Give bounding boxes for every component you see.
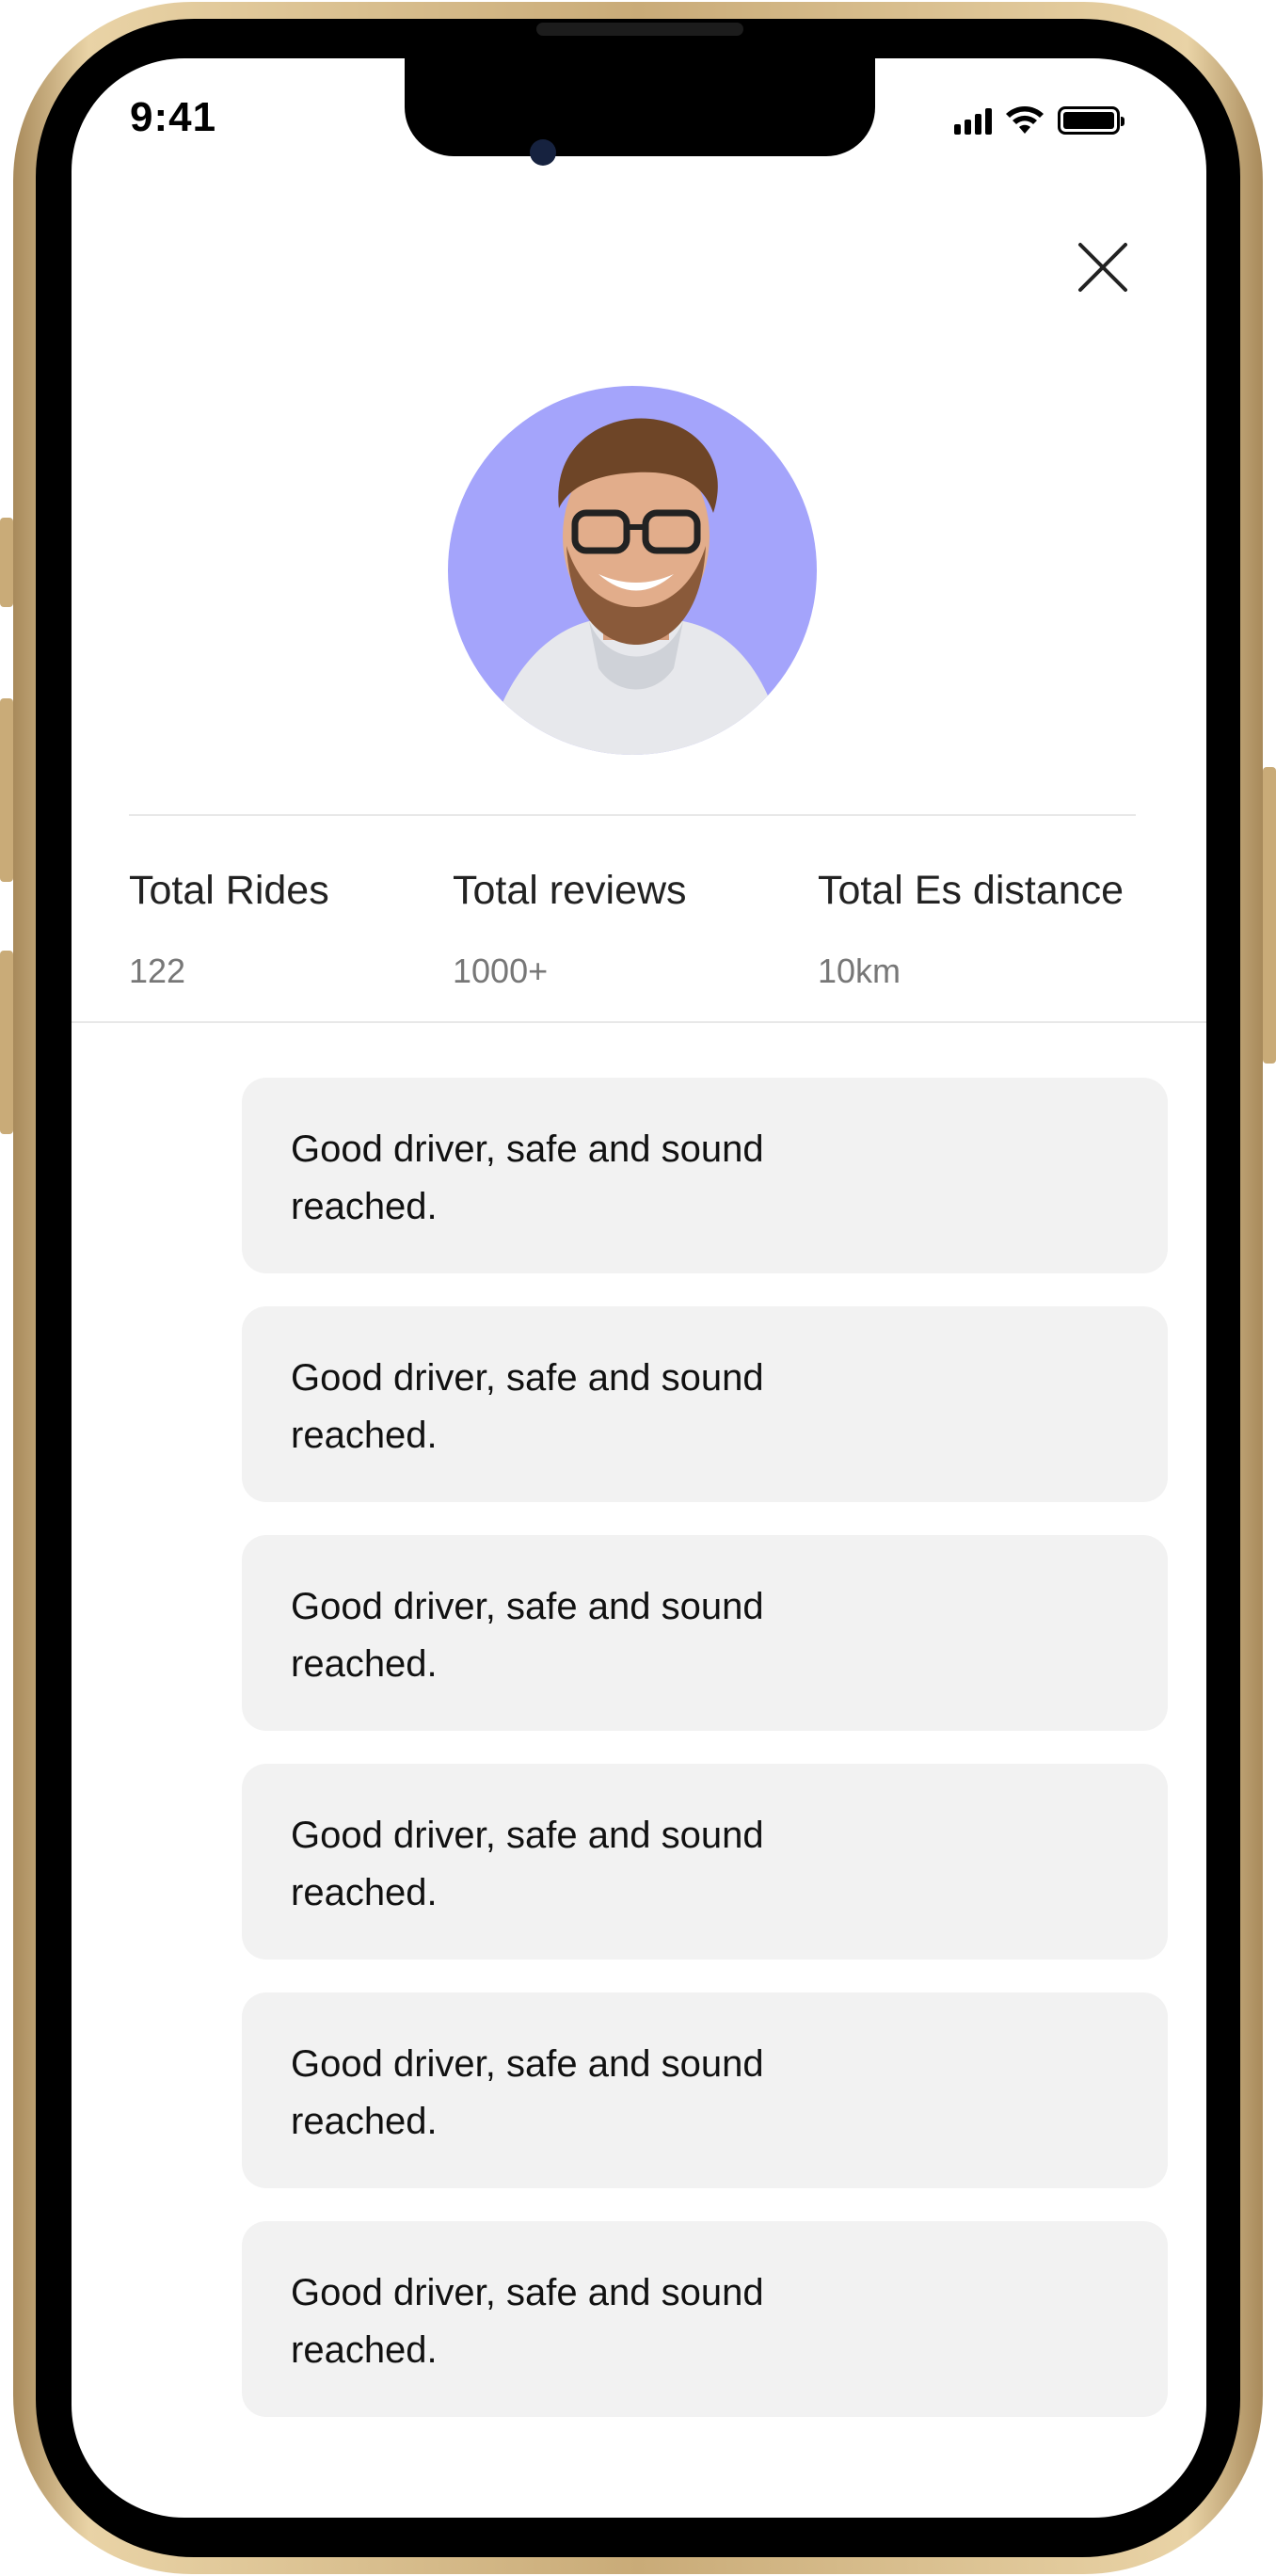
stat-label: Total Es distance — [818, 868, 1124, 913]
review-card[interactable]: Good driver, safe and sound reached. — [242, 1535, 1168, 1731]
stat-value: 10km — [818, 952, 901, 990]
review-text: Good driver, safe and sound reached. — [291, 1815, 764, 1913]
mute-switch — [0, 518, 13, 607]
close-icon — [1078, 243, 1127, 292]
wifi-icon — [1006, 106, 1044, 134]
review-card[interactable]: Good driver, safe and sound reached. — [242, 1992, 1168, 2188]
battery-icon — [1058, 106, 1124, 135]
avatar — [448, 386, 817, 755]
status-icons — [954, 104, 1124, 137]
stat-total-reviews: Total reviews 1000+ — [453, 868, 687, 991]
earpiece-speaker — [536, 23, 743, 36]
front-camera — [530, 139, 556, 166]
stat-total-rides: Total Rides 122 — [129, 868, 329, 991]
phone-screen: 9:41 Total Rides 122 Total reviews 1000+… — [72, 58, 1206, 2518]
divider — [72, 1021, 1206, 1023]
stat-label: Total reviews — [453, 868, 687, 913]
notch — [405, 58, 875, 156]
close-button[interactable] — [1073, 237, 1133, 297]
stat-value: 1000+ — [453, 952, 549, 990]
divider — [129, 814, 1136, 816]
power-button — [1263, 767, 1276, 1064]
review-card[interactable]: Good driver, safe and sound reached. — [242, 1306, 1168, 1502]
signal-icon — [954, 106, 992, 135]
avatar-illustration — [486, 418, 787, 755]
review-text: Good driver, safe and sound reached. — [291, 1357, 764, 1456]
volume-up-button — [0, 698, 13, 882]
review-card[interactable]: Good driver, safe and sound reached. — [242, 2221, 1168, 2417]
review-text: Good driver, safe and sound reached. — [291, 2043, 764, 2142]
review-text: Good driver, safe and sound reached. — [291, 1128, 764, 1227]
review-card[interactable]: Good driver, safe and sound reached. — [242, 1078, 1168, 1273]
review-list: Good driver, safe and sound reached. Goo… — [242, 1078, 1168, 2450]
volume-down-button — [0, 951, 13, 1134]
review-text: Good driver, safe and sound reached. — [291, 2272, 764, 2371]
stat-value: 122 — [129, 952, 186, 990]
review-card[interactable]: Good driver, safe and sound reached. — [242, 1764, 1168, 1960]
review-text: Good driver, safe and sound reached. — [291, 1586, 764, 1685]
stat-total-distance: Total Es distance 10km — [818, 868, 1124, 991]
stat-label: Total Rides — [129, 868, 329, 913]
status-time: 9:41 — [130, 94, 217, 140]
